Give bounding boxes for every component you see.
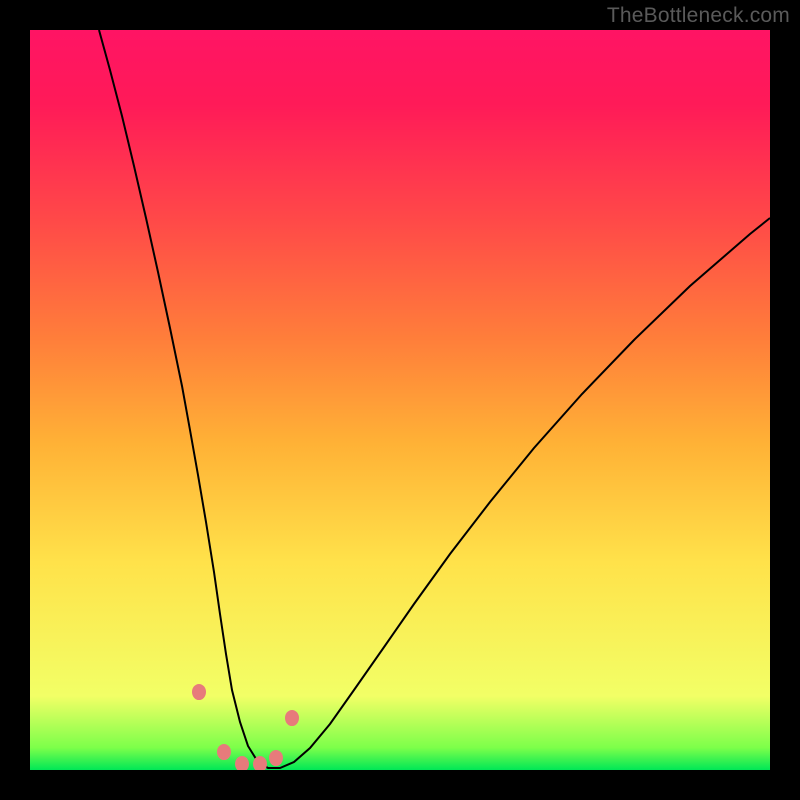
curve-marker bbox=[269, 750, 283, 766]
curve-layer bbox=[30, 30, 770, 770]
curve-marker bbox=[192, 684, 206, 700]
plot-area bbox=[30, 30, 770, 770]
curve-marker bbox=[253, 756, 267, 770]
watermark-text: TheBottleneck.com bbox=[607, 4, 790, 28]
curve-marker bbox=[235, 756, 249, 770]
chart-stage: TheBottleneck.com bbox=[0, 0, 800, 800]
curve-marker bbox=[285, 710, 299, 726]
marker-group bbox=[192, 684, 299, 770]
curve-marker bbox=[217, 744, 231, 760]
bottleneck-curve-path bbox=[99, 30, 770, 768]
